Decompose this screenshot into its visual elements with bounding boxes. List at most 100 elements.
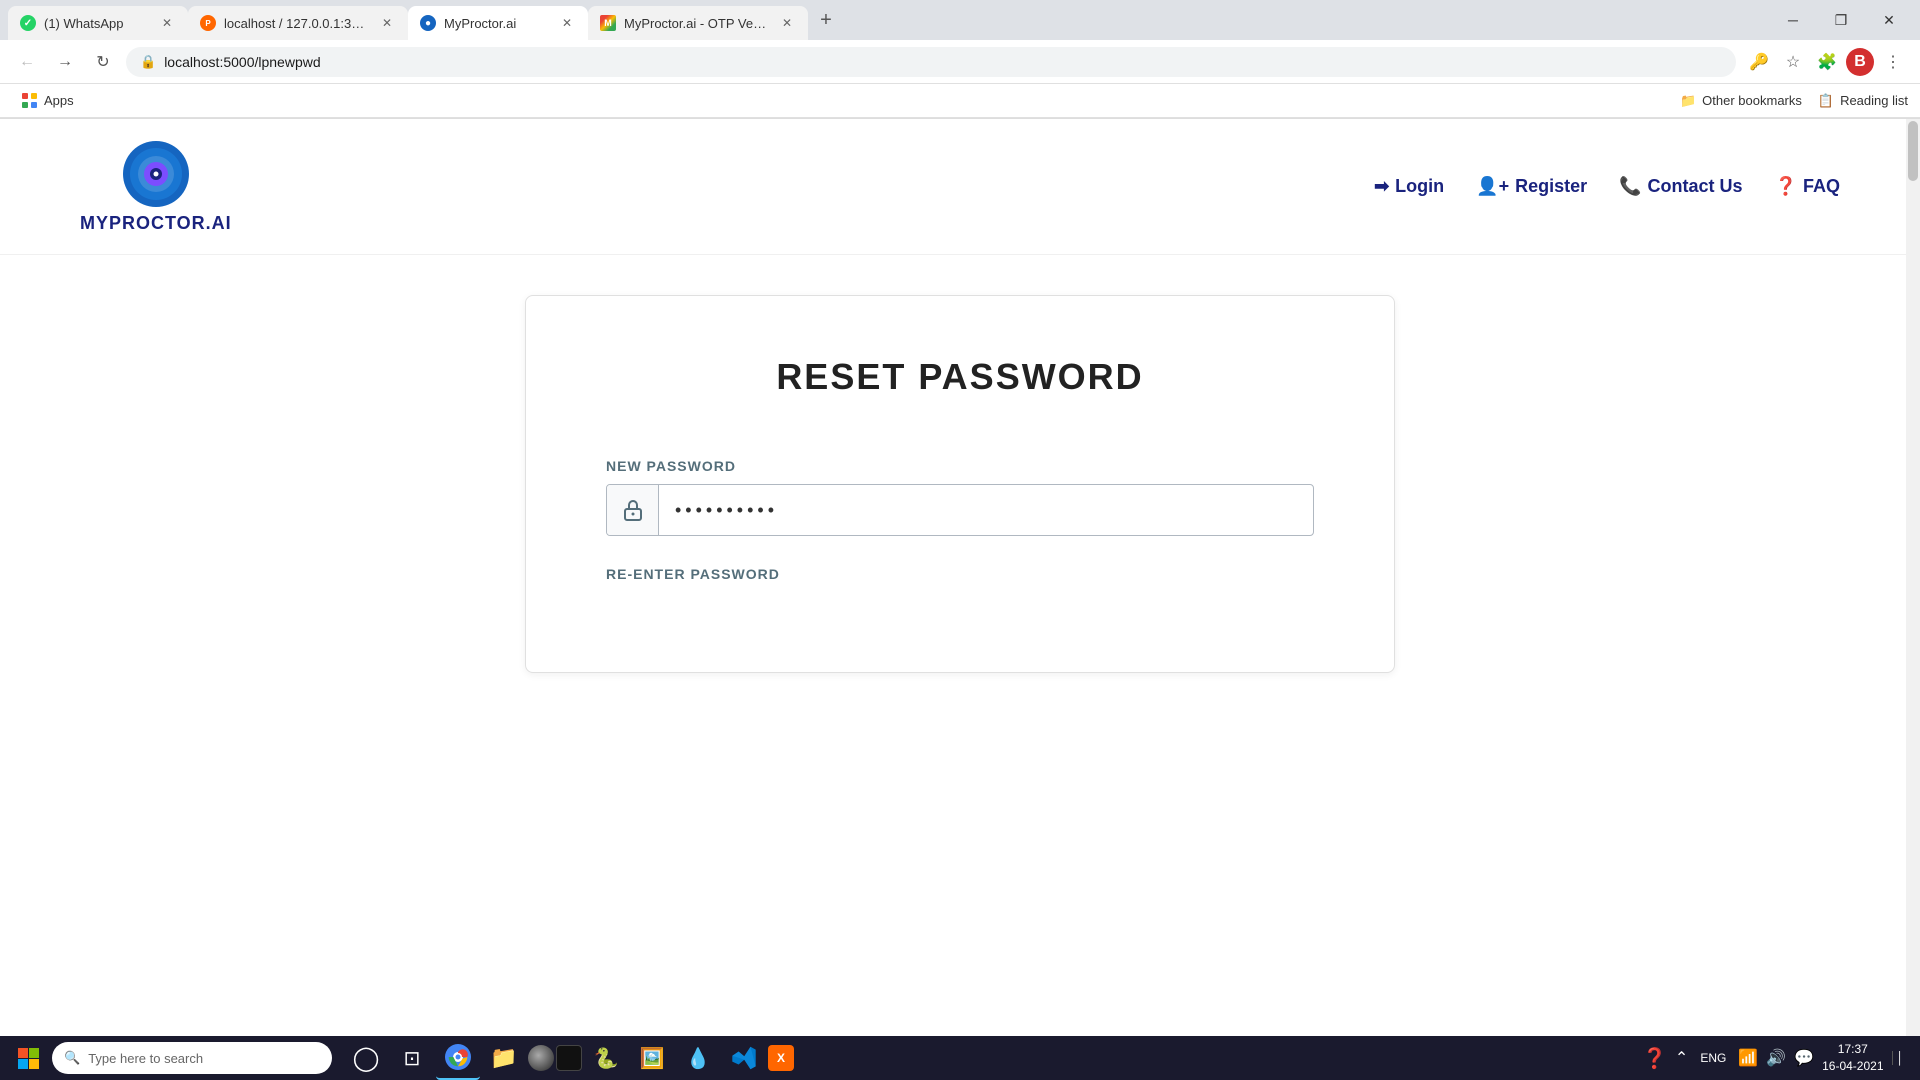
scrollbar[interactable] <box>1906 119 1920 1041</box>
faq-icon: ❓ <box>1775 176 1797 197</box>
tab-gmail-close[interactable]: ✕ <box>778 14 796 32</box>
re-enter-password-label: RE-ENTER PASSWORD <box>606 566 1314 582</box>
register-icon: 👤+ <box>1476 176 1509 197</box>
search-icon: 🔍 <box>64 1050 80 1066</box>
folder-icon: 📁 <box>1680 93 1696 109</box>
apps-grid-icon <box>22 93 38 109</box>
bookmarks-right: 📁 Other bookmarks 📋 Reading list <box>1680 93 1908 109</box>
reading-list-label: Reading list <box>1840 93 1908 108</box>
logo-area: MYPROCTOR.AI <box>80 139 232 234</box>
site-header: MYPROCTOR.AI ➡ Login 👤+ Register 📞 Conta… <box>0 119 1920 255</box>
taskbar-search[interactable]: 🔍 Type here to search <box>52 1042 332 1074</box>
gmail-favicon: M <box>600 15 616 31</box>
tray-clock[interactable]: 17:37 16-04-2021 <box>1822 1041 1883 1075</box>
contact-icon: 📞 <box>1619 176 1641 197</box>
tray-volume-icon[interactable]: 🔊 <box>1766 1048 1786 1068</box>
new-password-label: NEW PASSWORD <box>606 458 1314 474</box>
back-button[interactable]: ← <box>12 47 42 77</box>
whatsapp-favicon: ✓ <box>20 15 36 31</box>
password-lock-icon <box>607 484 659 536</box>
minimize-button[interactable]: ─ <box>1770 5 1816 35</box>
reset-card: RESET PASSWORD NEW PASSWORD RE-ENTER PAS… <box>525 295 1395 673</box>
other-bookmarks-label: Other bookmarks <box>1702 93 1802 108</box>
tab-gmail[interactable]: M MyProctor.ai - OTP Verificati... ✕ <box>588 6 808 40</box>
profile-avatar[interactable]: B <box>1846 48 1874 76</box>
taskbar-chrome[interactable] <box>436 1036 480 1080</box>
browser-chrome: ✓ (1) WhatsApp ✕ P localhost / 127.0.0.1… <box>0 0 1920 119</box>
taskbar-xampp[interactable]: X <box>768 1045 794 1071</box>
clock-time: 17:37 <box>1822 1041 1883 1058</box>
menu-icon[interactable]: ⋮ <box>1878 47 1908 77</box>
taskbar-tray: ❓ ⌃ ENG 📶 🔊 💬 17:37 16-04-2021 │ <box>1634 1041 1912 1075</box>
register-label: Register <box>1515 176 1587 197</box>
tray-notification-icon[interactable]: 💬 <box>1794 1048 1814 1068</box>
logo-text: MYPROCTOR.AI <box>80 213 232 234</box>
tray-network-icon[interactable]: 📶 <box>1738 1048 1758 1068</box>
page-content: MYPROCTOR.AI ➡ Login 👤+ Register 📞 Conta… <box>0 119 1920 1041</box>
taskbar-taskview[interactable]: ⊡ <box>390 1036 434 1080</box>
register-link[interactable]: 👤+ Register <box>1476 176 1587 197</box>
tab-myproctor[interactable]: ● MyProctor.ai ✕ <box>408 6 588 40</box>
apps-label: Apps <box>44 93 74 108</box>
tray-help-icon[interactable]: ❓ <box>1642 1046 1667 1071</box>
taskbar-ball[interactable] <box>528 1045 554 1071</box>
other-bookmarks[interactable]: 📁 Other bookmarks <box>1680 93 1802 109</box>
new-password-input[interactable] <box>659 485 1313 535</box>
myproctor-favicon: ● <box>420 15 436 31</box>
reading-list-icon: 📋 <box>1818 93 1834 109</box>
forward-button[interactable]: → <box>50 47 80 77</box>
nav-bar: ← → ↻ 🔒 localhost:5000/lpnewpwd 🔑 ☆ 🧩 B … <box>0 40 1920 84</box>
address-bar[interactable]: 🔒 localhost:5000/lpnewpwd <box>126 47 1736 77</box>
tab-whatsapp-title: (1) WhatsApp <box>44 16 150 31</box>
tab-pma[interactable]: P localhost / 127.0.0.1:3308 / c ✕ <box>188 6 408 40</box>
faq-link[interactable]: ❓ FAQ <box>1775 176 1840 197</box>
tab-pma-close[interactable]: ✕ <box>378 14 396 32</box>
taskbar-apps: ◯ ⊡ 📁 🐍 🖼️ 💧 <box>336 1036 1630 1080</box>
extensions-icon[interactable]: 🧩 <box>1812 47 1842 77</box>
scrollbar-thumb[interactable] <box>1908 121 1918 181</box>
tray-chevron-icon[interactable]: ⌃ <box>1675 1048 1688 1068</box>
taskbar-cortana[interactable]: ◯ <box>344 1036 388 1080</box>
clock-date: 16-04-2021 <box>1822 1058 1883 1075</box>
taskbar-fileexplorer[interactable]: 📁 <box>482 1036 526 1080</box>
tab-whatsapp[interactable]: ✓ (1) WhatsApp ✕ <box>8 6 188 40</box>
login-link[interactable]: ➡ Login <box>1374 176 1444 197</box>
lock-icon: 🔒 <box>140 54 156 70</box>
tab-myproctor-title: MyProctor.ai <box>444 16 550 31</box>
window-controls: ─ ❐ ✕ <box>1770 5 1912 35</box>
reload-button[interactable]: ↻ <box>88 47 118 77</box>
login-icon: ➡ <box>1374 176 1389 197</box>
nav-links: ➡ Login 👤+ Register 📞 Contact Us ❓ FAQ <box>1374 176 1840 197</box>
taskbar-python[interactable]: 🐍 <box>584 1036 628 1080</box>
key-icon[interactable]: 🔑 <box>1744 47 1774 77</box>
reading-list[interactable]: 📋 Reading list <box>1818 93 1908 109</box>
contact-us-link[interactable]: 📞 Contact Us <box>1619 176 1742 197</box>
start-button[interactable] <box>8 1038 48 1078</box>
bookmark-star-icon[interactable]: ☆ <box>1778 47 1808 77</box>
pma-favicon: P <box>200 15 216 31</box>
tab-whatsapp-close[interactable]: ✕ <box>158 14 176 32</box>
nav-actions: 🔑 ☆ 🧩 B ⋮ <box>1744 47 1908 77</box>
show-desktop-button[interactable]: │ <box>1892 1051 1905 1065</box>
apps-bookmark[interactable]: Apps <box>12 89 84 113</box>
search-placeholder: Type here to search <box>88 1051 203 1066</box>
login-label: Login <box>1395 176 1444 197</box>
reset-title: RESET PASSWORD <box>606 356 1314 398</box>
maximize-button[interactable]: ❐ <box>1818 5 1864 35</box>
new-tab-button[interactable]: + <box>812 6 840 34</box>
address-text: localhost:5000/lpnewpwd <box>164 54 1722 70</box>
taskbar-terminal[interactable] <box>556 1045 582 1071</box>
taskbar: 🔍 Type here to search ◯ ⊡ 📁 🐍 <box>0 1036 1920 1080</box>
tab-myproctor-close[interactable]: ✕ <box>558 14 576 32</box>
logo-icon <box>121 139 191 209</box>
taskbar-imageviewer[interactable]: 🖼️ <box>630 1036 674 1080</box>
tray-lang[interactable]: ENG <box>1696 1049 1730 1067</box>
taskbar-vscode[interactable] <box>722 1036 766 1080</box>
close-button[interactable]: ✕ <box>1866 5 1912 35</box>
contact-us-label: Contact Us <box>1648 176 1743 197</box>
faq-label: FAQ <box>1803 176 1840 197</box>
taskbar-blue1[interactable]: 💧 <box>676 1036 720 1080</box>
tab-gmail-title: MyProctor.ai - OTP Verificati... <box>624 16 770 31</box>
bookmarks-bar: Apps 📁 Other bookmarks 📋 Reading list <box>0 84 1920 118</box>
main-content: RESET PASSWORD NEW PASSWORD RE-ENTER PAS… <box>0 255 1920 713</box>
